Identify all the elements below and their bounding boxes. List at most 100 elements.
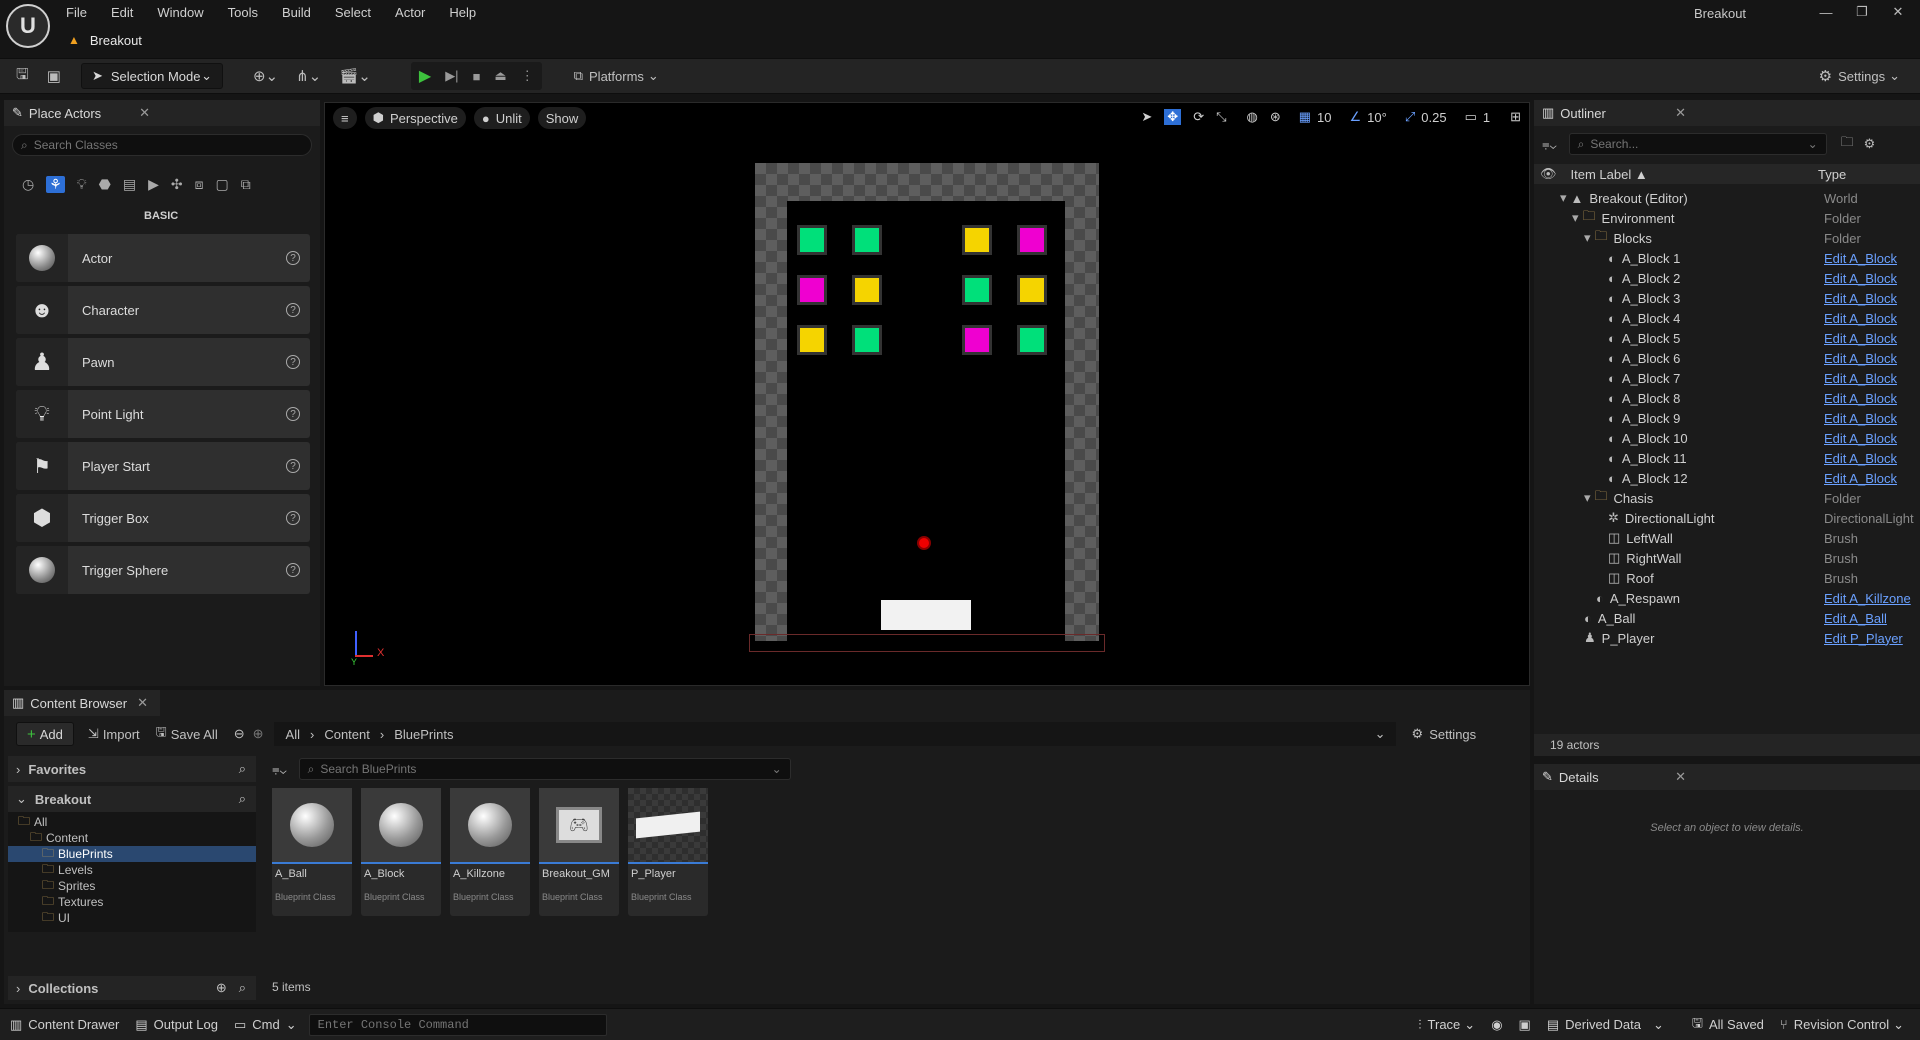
- menu-edit[interactable]: Edit: [111, 5, 133, 20]
- edit-blueprint-link[interactable]: Edit A_Block: [1824, 271, 1897, 286]
- edit-blueprint-link[interactable]: Edit A_Block: [1824, 391, 1897, 406]
- menu-file[interactable]: File: [66, 5, 87, 20]
- record-icon[interactable]: ◉: [1491, 1017, 1502, 1033]
- view-mode-button[interactable]: ● Unlit: [473, 107, 530, 129]
- block-yellow[interactable]: [852, 275, 882, 305]
- geometry-icon[interactable]: ✣: [171, 176, 183, 193]
- edit-blueprint-link[interactable]: Edit A_Block: [1824, 291, 1897, 306]
- visual-effects-icon[interactable]: ▶: [148, 176, 159, 193]
- blueprint-icon[interactable]: ⋔⌄: [296, 67, 321, 85]
- asset-card[interactable]: P_Player Blueprint Class: [628, 788, 708, 916]
- scale-snap-value[interactable]: 0.25: [1421, 110, 1446, 125]
- help-icon[interactable]: ?: [286, 251, 300, 265]
- world-icon[interactable]: ◍: [1247, 109, 1258, 125]
- block-yellow[interactable]: [797, 325, 827, 355]
- edit-blueprint-link[interactable]: Edit A_Killzone: [1824, 591, 1911, 606]
- rotation-snap-value[interactable]: 10°: [1367, 110, 1387, 125]
- settings-button[interactable]: ⚙ Settings ⌄: [1819, 67, 1900, 85]
- filter-icon[interactable]: ⩦⌄: [1542, 136, 1557, 152]
- outliner-row[interactable]: ◐ A_Ball Edit A_Ball: [1534, 608, 1920, 628]
- close-icon[interactable]: ✕: [1675, 105, 1686, 121]
- player-paddle[interactable]: [881, 600, 971, 630]
- actor-item-point-light[interactable]: 💡︎ Point Light ?: [16, 390, 310, 438]
- menu-help[interactable]: Help: [449, 5, 476, 20]
- platforms-button[interactable]: ⧉ Platforms ⌄: [574, 68, 659, 84]
- cinematic-icon[interactable]: ▤: [123, 176, 136, 193]
- folder-tree-item[interactable]: 🗀︎ UI: [8, 910, 256, 926]
- outliner-row[interactable]: ◐ A_Block 7 Edit A_Block: [1534, 368, 1920, 388]
- back-icon[interactable]: ⊖: [234, 726, 245, 742]
- more-options-icon[interactable]: ⋮: [521, 68, 534, 84]
- outliner-search-field[interactable]: ⌕ ⌄: [1568, 133, 1827, 155]
- cinematics-icon[interactable]: 🎬︎⌄: [339, 67, 371, 85]
- scale-icon[interactable]: ⤡: [1216, 109, 1226, 125]
- grid-snap-icon[interactable]: ▦: [1299, 109, 1311, 125]
- search-classes-input[interactable]: [33, 138, 311, 152]
- edit-blueprint-link[interactable]: Edit A_Block: [1824, 371, 1897, 386]
- edit-blueprint-link[interactable]: Edit A_Block: [1824, 451, 1897, 466]
- block-green[interactable]: [852, 325, 882, 355]
- perspective-button[interactable]: ⬢ Perspective: [364, 107, 466, 129]
- edit-blueprint-link[interactable]: Edit A_Block: [1824, 331, 1897, 346]
- console-command-field[interactable]: [308, 1013, 607, 1036]
- gear-icon[interactable]: ⚙: [1864, 136, 1876, 152]
- eject-icon[interactable]: ⏏: [494, 68, 506, 84]
- help-icon[interactable]: ?: [286, 303, 300, 317]
- trace-button[interactable]: ⫶ Trace ⌄: [1418, 1017, 1475, 1033]
- selection-mode-dropdown[interactable]: ➤ Selection Mode ⌄: [80, 63, 223, 89]
- surface-snap-icon[interactable]: ⊛: [1270, 109, 1281, 125]
- collections-section[interactable]: › Collections ⊕ ⌕: [8, 976, 256, 1000]
- details-tab[interactable]: ✎ Details ✕: [1534, 764, 1920, 790]
- volumes-icon[interactable]: ⧈: [195, 176, 204, 193]
- asset-card[interactable]: A_Killzone Blueprint Class: [450, 788, 530, 916]
- block-magenta[interactable]: [962, 325, 992, 355]
- viewport-menu-button[interactable]: ≡: [333, 107, 357, 129]
- outliner-row[interactable]: ◐ A_Block 2 Edit A_Block: [1534, 268, 1920, 288]
- block-green[interactable]: [797, 225, 827, 255]
- add-folder-icon[interactable]: 🗀︎: [1841, 133, 1854, 155]
- block-yellow[interactable]: [1017, 275, 1047, 305]
- project-tab[interactable]: ▲ Breakout: [68, 28, 142, 52]
- scale-snap-icon[interactable]: ⤢: [1405, 109, 1415, 125]
- menu-window[interactable]: Window: [157, 5, 203, 20]
- forward-icon[interactable]: ⊕: [253, 726, 264, 742]
- play-icon[interactable]: ▶: [419, 66, 431, 86]
- asset-card[interactable]: 🎮︎ Breakout_GM Blueprint Class: [539, 788, 619, 916]
- search-classes-field[interactable]: ⌕: [12, 134, 312, 156]
- layout-icon[interactable]: ⊞: [1510, 109, 1521, 125]
- basic-icon[interactable]: ⚘: [46, 175, 65, 193]
- camera-speed-value[interactable]: 1: [1483, 110, 1490, 125]
- block-yellow[interactable]: [962, 225, 992, 255]
- outliner-row[interactable]: ◫ RightWall Brush: [1534, 548, 1920, 568]
- content-settings-button[interactable]: ⚙ Settings: [1412, 726, 1477, 742]
- help-icon[interactable]: ?: [286, 407, 300, 421]
- unreal-logo-icon[interactable]: U: [6, 4, 50, 48]
- add-button[interactable]: + Add: [16, 722, 74, 746]
- edit-blueprint-link[interactable]: Edit P_Player: [1824, 631, 1903, 646]
- help-icon[interactable]: ?: [286, 355, 300, 369]
- block-green[interactable]: [1017, 325, 1047, 355]
- outliner-row[interactable]: ▾ ▲ Breakout (Editor) World: [1534, 188, 1920, 208]
- breadcrumb-blueprints[interactable]: BluePrints: [394, 727, 453, 742]
- outliner-row[interactable]: ◐ A_Respawn Edit A_Killzone: [1534, 588, 1920, 608]
- derived-data-button[interactable]: ▤ Derived Data ⌄: [1547, 1017, 1664, 1033]
- asset-search-input[interactable]: [320, 762, 772, 776]
- project-section[interactable]: ⌄ Breakout ⌕: [8, 786, 256, 812]
- lights-icon[interactable]: 💡︎: [77, 176, 87, 193]
- content-drawer-button[interactable]: ▥ Content Drawer: [10, 1017, 119, 1033]
- outliner-row[interactable]: ▾ 🗀︎ Chasis Folder: [1534, 488, 1920, 508]
- outliner-row[interactable]: ◐ A_Block 3 Edit A_Block: [1534, 288, 1920, 308]
- shapes-icon[interactable]: ⬣: [99, 176, 111, 193]
- outliner-row[interactable]: ♟ P_Player Edit P_Player: [1534, 628, 1920, 648]
- outliner-row[interactable]: ✲ DirectionalLight DirectionalLight: [1534, 508, 1920, 528]
- asset-card[interactable]: A_Ball Blueprint Class: [272, 788, 352, 916]
- grid-snap-value[interactable]: 10: [1317, 110, 1331, 125]
- block-magenta[interactable]: [797, 275, 827, 305]
- outliner-row[interactable]: ◫ LeftWall Brush: [1534, 528, 1920, 548]
- outliner-row[interactable]: ◐ A_Block 6 Edit A_Block: [1534, 348, 1920, 368]
- block-green[interactable]: [962, 275, 992, 305]
- close-icon[interactable]: ✕: [139, 105, 150, 121]
- visibility-icon[interactable]: 👁︎: [1540, 166, 1557, 182]
- help-icon[interactable]: ?: [286, 563, 300, 577]
- recent-icon[interactable]: ◷: [22, 176, 34, 193]
